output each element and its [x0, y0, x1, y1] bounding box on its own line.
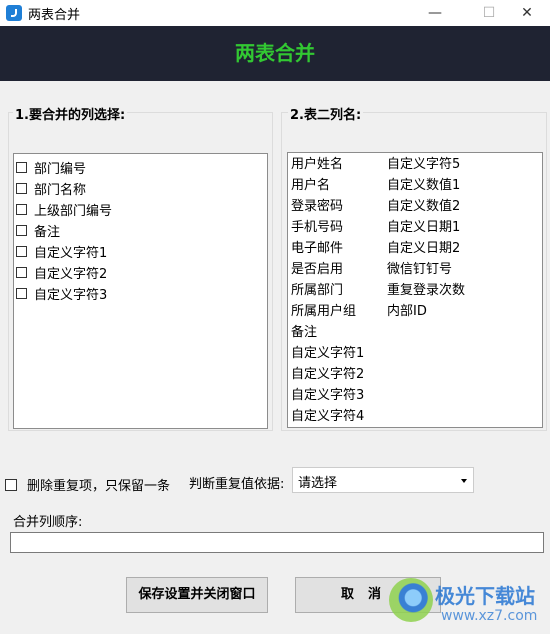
close-button[interactable]: ✕: [504, 0, 550, 26]
table2-column-item[interactable]: 自定义数值1: [387, 175, 460, 196]
table2-column-item[interactable]: 重复登录次数: [387, 280, 465, 301]
merge-column-option[interactable]: 上级部门编号: [16, 199, 112, 219]
merge-columns-title: 1.要合并的列选择:: [13, 104, 128, 123]
merge-column-label: 部门编号: [34, 161, 87, 177]
merge-column-option[interactable]: 自定义字符1: [16, 241, 107, 261]
checkbox[interactable]: [16, 245, 27, 257]
criteria-label: 判断重复值依据:: [189, 477, 285, 492]
criteria-select-value: 请选择: [298, 476, 338, 491]
header-banner: 两表合并: [0, 26, 550, 81]
header-title: 两表合并: [235, 41, 315, 65]
merge-column-option[interactable]: 部门名称: [16, 178, 86, 198]
checkbox[interactable]: [16, 224, 27, 236]
watermark: 极光下载站 www.xz7.com: [389, 578, 549, 630]
table2-columns-title: 2.表二列名:: [288, 104, 364, 123]
table2-column-item[interactable]: 自定义字符2: [291, 364, 364, 385]
watermark-text: 极光下载站: [435, 584, 535, 608]
merge-column-label: 部门名称: [34, 182, 87, 198]
merge-column-option[interactable]: 自定义字符3: [16, 283, 107, 303]
app-icon: [6, 5, 22, 21]
table2-column-item[interactable]: 所属部门: [291, 280, 343, 301]
merge-column-option[interactable]: 部门编号: [16, 157, 86, 177]
table2-column-item[interactable]: 自定义字符4: [291, 406, 364, 427]
table2-columns-list: 用户姓名 用户名 登录密码 手机号码 电子邮件 是否启用 所属部门 所属用户组 备注 自定义字符1…: [287, 152, 543, 428]
checkbox[interactable]: [16, 161, 27, 173]
table2-column-item[interactable]: 微信钉钉号: [387, 259, 452, 280]
table2-column-item[interactable]: 内部ID: [387, 301, 427, 322]
table2-column-item[interactable]: 自定义日期2: [387, 238, 460, 259]
table2-column-item[interactable]: 用户姓名: [291, 154, 343, 175]
minimize-button[interactable]: —: [412, 0, 458, 26]
dropdown-arrow-icon[interactable]: [461, 479, 467, 483]
watermark-logo-icon: [389, 578, 433, 622]
table2-column-item[interactable]: 自定义字符5: [387, 154, 460, 175]
checkbox[interactable]: [16, 203, 27, 215]
table2-column-item[interactable]: 登录密码: [291, 196, 343, 217]
table2-column-item[interactable]: 自定义数值2: [387, 196, 460, 217]
dedupe-checkbox-box[interactable]: [5, 478, 17, 491]
table2-column-item[interactable]: 备注: [291, 322, 317, 343]
table2-column-item[interactable]: 电子邮件: [291, 238, 343, 259]
merge-column-option[interactable]: 自定义字符2: [16, 262, 107, 282]
table2-column-item[interactable]: 用户名: [291, 175, 330, 196]
merge-column-option[interactable]: 备注: [16, 220, 60, 240]
merge-column-label: 自定义字符2: [34, 266, 108, 282]
merge-column-label: 自定义字符3: [34, 287, 108, 303]
dedupe-label: 删除重复项，只保留一条: [27, 479, 171, 494]
window-title: 两表合并: [28, 8, 81, 23]
table2-column-item[interactable]: 是否启用: [291, 259, 343, 280]
table2-column-item[interactable]: 自定义字符3: [291, 385, 364, 406]
checkbox[interactable]: [16, 182, 27, 194]
table2-column-item[interactable]: 自定义日期1: [387, 217, 460, 238]
table2-column-item[interactable]: 自定义字符1: [291, 343, 364, 364]
merge-column-label: 备注: [34, 224, 61, 240]
merge-columns-list: 部门编号部门名称上级部门编号 备注自定义字符1 自定义字符2 自定义字符3: [13, 153, 268, 429]
table2-column-item[interactable]: 所属用户组: [291, 301, 356, 322]
checkbox[interactable]: [16, 287, 27, 299]
order-label: 合并列顺序:: [13, 515, 83, 530]
merge-column-label: 上级部门编号: [34, 203, 113, 219]
window-titlebar: 两表合并 — ☐ ✕: [0, 0, 550, 26]
table2-column-item[interactable]: 手机号码: [291, 217, 343, 238]
criteria-select[interactable]: 请选择: [292, 467, 474, 493]
checkbox[interactable]: [16, 266, 27, 278]
dedupe-checkbox[interactable]: 删除重复项，只保留一条: [5, 475, 170, 494]
save-close-button[interactable]: 保存设置并关闭窗口: [126, 577, 268, 613]
merge-column-label: 自定义字符1: [34, 245, 108, 261]
order-input[interactable]: [10, 532, 544, 553]
watermark-url: www.xz7.com: [441, 608, 538, 624]
